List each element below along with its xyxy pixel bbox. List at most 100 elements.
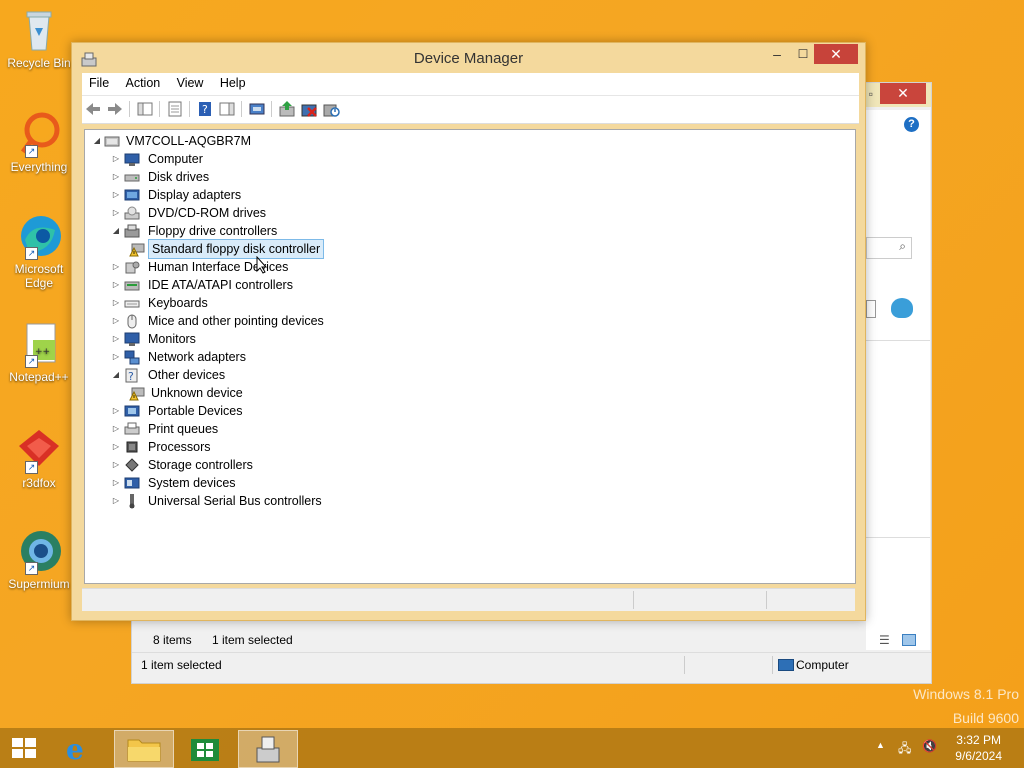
- back-button[interactable]: [84, 100, 102, 118]
- expand-arrow-icon[interactable]: ▷: [110, 474, 122, 492]
- folder-icon: [127, 739, 161, 762]
- item-count: 8 items: [153, 633, 192, 647]
- background-window-maximize-button[interactable]: ▫: [869, 87, 873, 101]
- volume-muted-icon[interactable]: 🔇: [922, 739, 937, 753]
- help-button[interactable]: ?: [196, 100, 214, 118]
- view-toggle-icon[interactable]: [866, 300, 876, 318]
- expand-arrow-icon[interactable]: ▷: [110, 294, 122, 312]
- expand-arrow-icon[interactable]: ▷: [110, 150, 122, 168]
- bottom-location: Computer: [796, 658, 849, 672]
- svg-text:?: ?: [128, 370, 134, 383]
- expand-arrow-icon[interactable]: ▷: [110, 258, 122, 276]
- start-button[interactable]: [10, 736, 38, 760]
- warning-device-icon: [129, 241, 145, 257]
- tree-item-label: Processors: [148, 440, 211, 454]
- collapse-arrow-icon[interactable]: ◢: [91, 132, 103, 150]
- disk-drive-icon: [124, 169, 140, 185]
- desktop-icon-notepad-plus-plus[interactable]: ++ ↗ Notepad++: [4, 320, 74, 384]
- network-globe-icon[interactable]: [891, 298, 913, 318]
- menu-file[interactable]: File: [82, 73, 115, 90]
- desktop-icon-recycle-bin[interactable]: Recycle Bin: [4, 6, 74, 70]
- shortcut-arrow-icon: ↗: [25, 562, 38, 575]
- usb-icon: [124, 493, 140, 509]
- tree-item-label: Floppy drive controllers: [148, 224, 278, 238]
- internet-explorer-icon: e: [66, 733, 84, 766]
- device-tree[interactable]: ◢ VM7COLL-AQGBR7M ▷ Computer ▷ Disk drives ▷…: [84, 129, 856, 584]
- tree-item-label: Disk drives: [148, 170, 210, 184]
- search-box[interactable]: ⌕: [866, 237, 912, 259]
- details-view-icon[interactable]: ☰: [879, 633, 890, 647]
- device-manager-icon: [256, 736, 280, 763]
- display-adapter-icon: [124, 187, 140, 203]
- tree-item-label: DVD/CD-ROM drives: [148, 206, 267, 220]
- uninstall-device-button[interactable]: [300, 100, 318, 118]
- expand-arrow-icon[interactable]: ▷: [110, 186, 122, 204]
- taskbar-device-manager[interactable]: [238, 730, 298, 768]
- desktop-icon-supermium[interactable]: ↗ Supermium: [4, 527, 74, 591]
- supermium-icon: ↗: [15, 527, 63, 575]
- store-icon: [191, 739, 219, 761]
- show-hide-console-tree-button[interactable]: [136, 100, 154, 118]
- taskbar-internet-explorer[interactable]: e: [53, 730, 111, 766]
- properties-button[interactable]: [166, 100, 184, 118]
- device-manager-window[interactable]: Device Manager – ☐ ✕ File Action View He…: [71, 42, 866, 621]
- menu-view[interactable]: View: [170, 73, 210, 90]
- expand-arrow-icon[interactable]: ▷: [110, 438, 122, 456]
- show-hidden-icons-icon[interactable]: ▲: [876, 740, 885, 750]
- desktop-icon-microsoft-edge[interactable]: ↗ Microsoft Edge: [4, 212, 74, 290]
- network-icon: [124, 349, 140, 365]
- tree-item-label: Portable Devices: [148, 404, 243, 418]
- background-window-bottom-bar: 1 item selected Computer: [132, 652, 931, 677]
- clock[interactable]: 3:32 PM 9/6/2024: [955, 732, 1002, 764]
- background-window-close-button[interactable]: ✕: [880, 83, 926, 104]
- forward-button[interactable]: [106, 100, 124, 118]
- expand-arrow-icon[interactable]: ▷: [110, 402, 122, 420]
- desktop-icon-everything[interactable]: ↗ Everything: [4, 110, 74, 174]
- tree-item-label: Other devices: [148, 368, 226, 382]
- taskbar-file-explorer[interactable]: [114, 730, 174, 768]
- minimize-button[interactable]: –: [764, 45, 790, 65]
- tree-item-label: Storage controllers: [148, 458, 253, 472]
- desktop-icon-label: Supermium: [8, 577, 70, 591]
- menu-help[interactable]: Help: [213, 73, 252, 90]
- help-icon[interactable]: ?: [904, 117, 919, 132]
- dvd-icon: [124, 205, 140, 221]
- expand-arrow-icon[interactable]: ▷: [110, 168, 122, 186]
- expand-arrow-icon[interactable]: ▷: [110, 330, 122, 348]
- desktop-icon-r3dfox[interactable]: ↗ r3dfox: [4, 426, 74, 490]
- ide-icon: [124, 277, 140, 293]
- divider: [866, 537, 930, 538]
- maximize-button[interactable]: ☐: [790, 45, 816, 65]
- monitor-icon: [124, 331, 140, 347]
- tree-item-label: IDE ATA/ATAPI controllers: [148, 278, 293, 292]
- portable-icon: [124, 403, 140, 419]
- clock-time: 3:32 PM: [956, 733, 1001, 747]
- floppy-controller-icon: [124, 223, 140, 239]
- edge-icon: ↗: [15, 212, 63, 260]
- expand-arrow-icon[interactable]: ▷: [110, 456, 122, 474]
- expand-arrow-icon[interactable]: ▷: [110, 276, 122, 294]
- update-driver-button[interactable]: [278, 100, 296, 118]
- tree-item-label: Monitors: [148, 332, 196, 346]
- large-icons-view-icon[interactable]: [902, 634, 916, 646]
- expand-arrow-icon[interactable]: ▷: [110, 420, 122, 438]
- expand-arrow-icon[interactable]: ▷: [110, 348, 122, 366]
- expand-arrow-icon[interactable]: ▷: [110, 204, 122, 222]
- network-icon[interactable]: 🖧: [898, 739, 911, 760]
- menu-action[interactable]: Action: [119, 73, 167, 90]
- storage-icon: [124, 457, 140, 473]
- desktop-icon-label: Notepad++: [9, 370, 69, 384]
- enable-device-button[interactable]: [322, 100, 340, 118]
- action-pane-button[interactable]: [218, 100, 236, 118]
- desktop-icon-label: Everything: [10, 160, 68, 174]
- expand-arrow-icon[interactable]: ▷: [110, 312, 122, 330]
- close-button[interactable]: ✕: [814, 44, 858, 64]
- collapse-arrow-icon[interactable]: ◢: [110, 222, 122, 240]
- everything-icon: ↗: [15, 110, 63, 158]
- toolbar-separator: [241, 101, 242, 117]
- taskbar-store[interactable]: [176, 730, 234, 766]
- expand-arrow-icon[interactable]: ▷: [110, 492, 122, 510]
- clock-date: 9/6/2024: [955, 749, 1002, 763]
- scan-hardware-button[interactable]: [248, 100, 266, 118]
- collapse-arrow-icon[interactable]: ◢: [110, 366, 122, 384]
